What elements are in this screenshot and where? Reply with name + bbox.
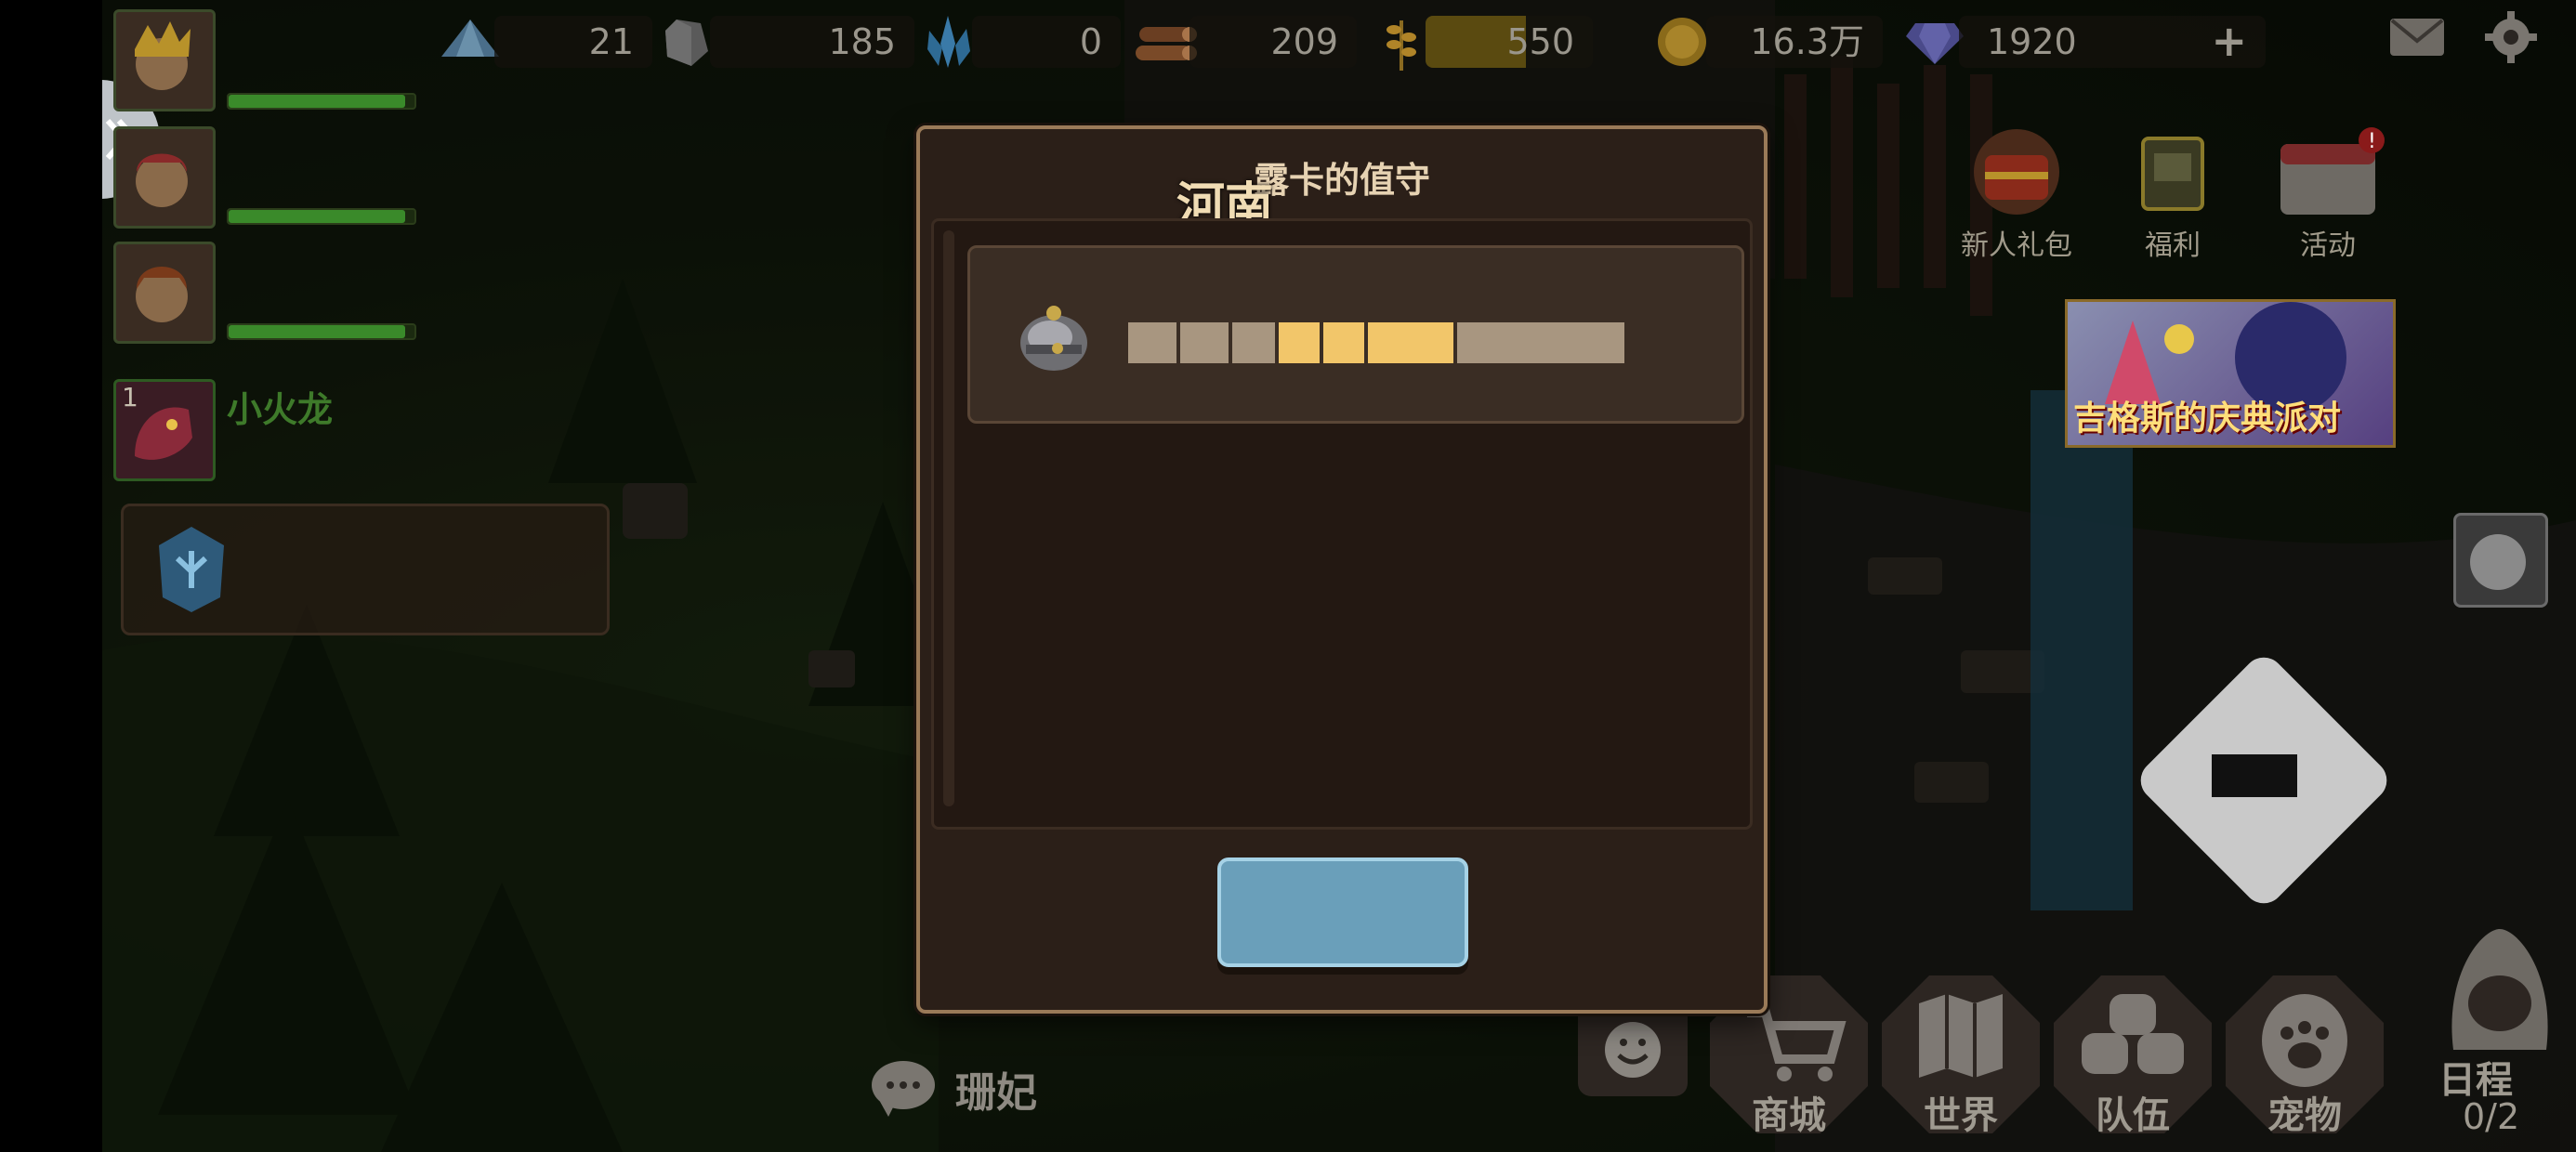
world-button[interactable]: 世界 — [1882, 975, 2040, 1137]
hero-hp-bar-3 — [227, 323, 416, 340]
event-banner-title: 吉格斯的庆典派对 — [2073, 399, 2342, 438]
chat-bar[interactable]: 珊妃 — [870, 1059, 1037, 1119]
text-block — [1457, 322, 1624, 363]
settings-gear-icon[interactable] — [2483, 9, 2539, 69]
hero-portrait-3[interactable] — [113, 242, 216, 344]
hero-portrait-1[interactable] — [113, 9, 216, 111]
iron-helmet-icon — [1020, 306, 1087, 371]
emote-button[interactable] — [1578, 1003, 1688, 1096]
chat-bubble-icon — [872, 1061, 935, 1117]
resource-wood: 209 — [1132, 14, 1357, 70]
dialog-content-panel — [931, 218, 1753, 830]
calendar-icon: ! — [2280, 127, 2385, 215]
resource-crystal: 0 — [914, 14, 1121, 70]
resource-diamond[interactable]: 1920 + — [1901, 14, 2266, 70]
hp-fill — [229, 95, 405, 108]
hooded-character-icon — [2451, 929, 2548, 1050]
resource-bar: 21 185 0 209 550 16.3万 1920 + — [437, 0, 2266, 84]
map-icon — [1919, 994, 2003, 1078]
resource-wheat: 550 — [1368, 14, 1593, 71]
resource-value: 21 — [494, 16, 652, 68]
resource-iron: 185 — [652, 14, 914, 70]
treasure-chest-icon — [1974, 129, 2059, 215]
activity-button[interactable]: ! 活动 — [2267, 125, 2388, 263]
obscured-item-text — [1128, 322, 1624, 363]
hp-fill — [229, 325, 405, 338]
text-block — [1368, 322, 1453, 363]
top-right-icons — [2388, 9, 2539, 69]
text-block — [1128, 322, 1176, 363]
hp-fill — [229, 210, 405, 223]
hero-hp-bar-2 — [227, 208, 416, 225]
resource-value: 0 — [972, 16, 1121, 68]
resource-value: 550 — [1426, 16, 1593, 68]
svg-text:!: ! — [2368, 130, 2376, 153]
text-block — [1279, 322, 1320, 363]
add-diamond-button[interactable]: + — [2211, 16, 2247, 66]
brown-hair-hero-avatar — [136, 267, 188, 322]
dialog-scrollbar[interactable] — [943, 230, 954, 806]
team-button[interactable]: 队伍 — [2054, 975, 2212, 1137]
text-block — [1323, 322, 1364, 363]
team-helmets-icon — [2082, 994, 2184, 1074]
chat-sender-name: 珊妃 — [955, 1069, 1037, 1117]
new-player-gift-button[interactable]: 新人礼包 — [1961, 125, 2072, 263]
text-block — [1232, 322, 1275, 363]
pet-name: 小火龙 — [227, 389, 334, 430]
resource-gold: 16.3万 — [1649, 14, 1883, 70]
event-banner[interactable]: 吉格斯的庆典派对 — [2065, 299, 2396, 448]
dialog-title: 露卡的值守 — [1253, 160, 1430, 201]
red-hair-hero-avatar — [136, 153, 188, 207]
text-block — [1180, 322, 1229, 363]
npc-portrait[interactable] — [2453, 513, 2548, 608]
pet-button[interactable]: 宠物 — [2226, 975, 2384, 1137]
blonde-hero-avatar — [135, 21, 191, 90]
confirm-button[interactable] — [1217, 857, 1468, 967]
white-hair-npc-icon — [2470, 534, 2526, 590]
resource-value: 185 — [710, 16, 914, 68]
smiley-icon — [1605, 1022, 1661, 1078]
joystick-center — [2212, 754, 2297, 797]
schedule-button[interactable]: 日程 0/2 — [2407, 920, 2576, 1143]
blue-rune-stone-icon — [159, 527, 224, 612]
resource-value: 16.3万 — [1706, 16, 1883, 68]
hero-hp-bar-1 — [227, 93, 416, 110]
welfare-button[interactable]: 福利 — [2126, 125, 2219, 263]
paw-print-icon — [2262, 994, 2347, 1087]
pet-level: 1 — [122, 382, 138, 412]
scroll-calendar-icon — [2141, 137, 2204, 211]
quest-tracker-panel[interactable] — [121, 504, 610, 635]
resource-value: 209 — [1189, 16, 1357, 68]
pet-portrait[interactable]: 1 — [113, 379, 216, 481]
hero-portrait-2[interactable] — [113, 126, 216, 229]
mail-icon[interactable] — [2388, 17, 2446, 61]
reward-item-row[interactable] — [967, 245, 1744, 424]
resource-stone: 21 — [437, 14, 652, 70]
guard-reward-dialog: 露卡的值守 河南 — [916, 125, 1768, 1014]
